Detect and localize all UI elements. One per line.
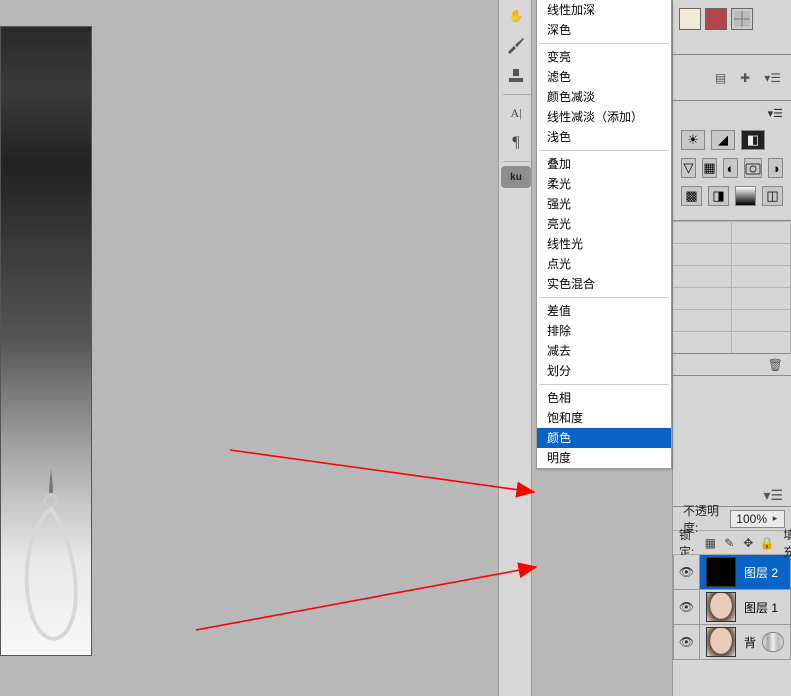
adj-hue-icon[interactable]: ▦ [702, 158, 717, 178]
brush-tool-icon[interactable] [501, 32, 531, 60]
swatch-pattern-icon[interactable] [731, 8, 753, 30]
lock-transparent-icon[interactable]: ▦ [702, 535, 718, 551]
blend-mode-option[interactable]: 柔光 [537, 174, 671, 194]
empty-presets-grid [673, 221, 791, 354]
earring-graphic [21, 467, 81, 647]
blend-mode-option[interactable]: 浅色 [537, 127, 671, 147]
layer-row[interactable]: 👁背 [673, 624, 791, 660]
blend-mode-option[interactable]: 线性加深 [537, 0, 671, 20]
blend-mode-option[interactable]: 线性减淡（添加） [537, 107, 671, 127]
opacity-input[interactable]: 100%▸ [730, 510, 785, 528]
stamp-tool-icon[interactable] [501, 62, 531, 90]
type-vertical-icon[interactable]: A| [501, 99, 531, 127]
blend-mode-option[interactable]: 差值 [537, 301, 671, 321]
separator [539, 384, 669, 385]
adj-selective-icon[interactable]: ◫ [762, 186, 783, 206]
blend-mode-option[interactable]: 滤色 [537, 67, 671, 87]
visibility-eye-icon[interactable]: 👁 [674, 590, 700, 624]
adj-invert-icon[interactable]: ▩ [681, 186, 702, 206]
lock-fill-row: 锁定: ▦ ✎ ✥ 🔒 填充: 100%▸ [673, 531, 791, 555]
separator [539, 297, 669, 298]
layer-name[interactable]: 图层 2 [742, 564, 778, 581]
separator [503, 161, 533, 162]
right-panel-dock: ▤ ✚ ▾☰ ▾☰ ☀ ◢ ◧ ▽ ▦ ◐ ◑ ▩ ◨ ◫ [672, 0, 791, 696]
blend-mode-option[interactable]: 点光 [537, 254, 671, 274]
swatch[interactable] [705, 8, 727, 30]
adj-gradient-icon[interactable] [735, 186, 756, 206]
paragraph-icon[interactable]: ¶ [501, 129, 531, 157]
layer-thumbnail[interactable] [706, 627, 736, 657]
adj-exposure-icon[interactable]: ◧ [741, 130, 765, 150]
adj-mixer-icon[interactable]: ◑ [768, 158, 783, 178]
blend-mode-option[interactable]: 变亮 [537, 47, 671, 67]
adj-bw-icon[interactable]: ◐ [723, 158, 738, 178]
adj-photo-icon[interactable] [744, 158, 762, 178]
lock-pixels-icon[interactable]: ✎ [721, 535, 737, 551]
menu-icon[interactable]: ▾☰ [764, 71, 781, 85]
hand-tool-icon[interactable]: ✋ [501, 2, 531, 30]
layer-list: 👁图层 2👁图层 1👁背 [673, 555, 791, 660]
blend-mode-option[interactable]: 颜色减淡 [537, 87, 671, 107]
lock-position-icon[interactable]: ✥ [740, 535, 756, 551]
blend-mode-option[interactable]: 饱和度 [537, 408, 671, 428]
grid-footer-strip: 🗑 [673, 354, 791, 376]
canvas-area [0, 0, 498, 696]
document-photo[interactable] [0, 26, 92, 656]
histogram-icon[interactable]: ▤ [715, 71, 726, 85]
blend-mode-option[interactable]: 线性光 [537, 234, 671, 254]
blend-mode-option[interactable]: 明度 [537, 448, 671, 468]
adj-levels-icon[interactable]: ◢ [711, 130, 735, 150]
blend-mode-option[interactable]: 叠加 [537, 154, 671, 174]
separator [503, 94, 533, 95]
trash-icon[interactable]: 🗑 [768, 358, 783, 372]
layer-thumbnail[interactable] [706, 592, 736, 622]
layer-name[interactable]: 背 [742, 634, 756, 651]
visibility-eye-icon[interactable]: 👁 [674, 555, 700, 589]
separator [539, 150, 669, 151]
layers-panel: ▾☰ 不透明度: 100%▸ 锁定: ▦ ✎ ✥ 🔒 填充: [673, 485, 791, 696]
tool-options-bar: ✋ A| ¶ ku [498, 0, 532, 696]
blend-mode-option[interactable]: 色相 [537, 388, 671, 408]
lock-all-icon[interactable]: 🔒 [759, 535, 775, 551]
blend-mode-option[interactable]: 实色混合 [537, 274, 671, 294]
panel-icon-strip: ▤ ✚ ▾☰ [673, 55, 791, 101]
panel-menu-icon[interactable]: ▾☰ [673, 107, 791, 120]
adj-brightness-icon[interactable]: ☀ [681, 130, 705, 150]
layer-row[interactable]: 👁 图层 2 [673, 555, 791, 590]
layer-effect-smudge [762, 632, 784, 652]
visibility-eye-icon[interactable]: 👁 [674, 625, 700, 659]
adjustments-panel: ▾☰ ☀ ◢ ◧ ▽ ▦ ◐ ◑ ▩ ◨ ◫ [673, 101, 791, 221]
kuler-icon[interactable]: ku [501, 166, 531, 188]
layer-thumbnail[interactable] [706, 557, 736, 587]
swatches-panel [673, 0, 791, 55]
blend-mode-option[interactable]: 亮光 [537, 214, 671, 234]
layer-name[interactable]: 图层 1 [742, 599, 778, 616]
blend-mode-option[interactable]: 减去 [537, 341, 671, 361]
blend-mode-option[interactable]: 排除 [537, 321, 671, 341]
blend-mode-option[interactable]: 划分 [537, 361, 671, 381]
blend-mode-option[interactable]: 强光 [537, 194, 671, 214]
swatch[interactable] [679, 8, 701, 30]
adj-threshold-icon[interactable]: ◨ [708, 186, 729, 206]
separator [539, 43, 669, 44]
adj-vibrance-icon[interactable]: ▽ [681, 158, 696, 178]
blend-mode-dropdown[interactable]: 线性加深深色变亮滤色颜色减淡线性减淡（添加）浅色叠加柔光强光亮光线性光点光实色混… [536, 0, 672, 469]
blend-mode-option[interactable]: 颜色 [537, 428, 671, 448]
layer-row[interactable]: 👁 图层 1 [673, 589, 791, 625]
blend-mode-option[interactable]: 深色 [537, 20, 671, 40]
info-icon[interactable]: ✚ [740, 71, 750, 85]
